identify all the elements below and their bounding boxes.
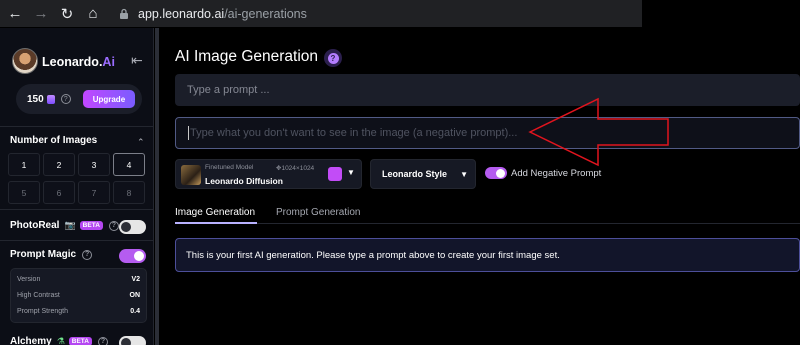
alchemy-label: Alchemy: [10, 336, 52, 345]
num-images-option-7[interactable]: 7: [78, 181, 110, 204]
add-negative-prompt-label[interactable]: Add Negative Prompt: [511, 168, 601, 179]
prompt-input[interactable]: Type a prompt ...: [175, 74, 800, 106]
prompt-magic-settings[interactable]: Version V2 High Contrast ON Prompt Strengt…: [10, 268, 147, 323]
negative-prompt-input[interactable]: Type what you don't want to see in the i…: [175, 117, 800, 149]
url-path: /ai-generations: [224, 6, 307, 21]
model-edit-icon[interactable]: [328, 167, 342, 181]
browser-chrome-right: [642, 0, 800, 27]
home-icon[interactable]: ⌂: [82, 3, 104, 25]
help-icon[interactable]: ?: [108, 220, 119, 231]
beta-badge: BETA: [79, 221, 103, 230]
upgrade-button[interactable]: Upgrade: [82, 90, 136, 108]
model-name: Leonardo Diffusion: [205, 176, 283, 186]
active-tab-indicator: [175, 222, 257, 224]
prompt-magic-toggle[interactable]: [119, 249, 146, 263]
browser-toolbar: ← → ↻ ⌂ app.leonardo.ai/ai-generations: [0, 0, 642, 27]
model-selector[interactable]: Finetuned Model ✥1024×1024 Leonardo Diff…: [175, 159, 362, 189]
help-icon[interactable]: ?: [324, 49, 342, 67]
num-images-grid: 1 2 3 4 5 6 7 8: [8, 153, 148, 204]
num-images-option-2[interactable]: 2: [43, 153, 75, 176]
token-coin-icon: [46, 94, 55, 104]
alchemy-row: Alchemy ⚗ BETA ?: [10, 336, 108, 345]
forward-arrow-icon[interactable]: →: [30, 3, 52, 25]
address-bar[interactable]: app.leonardo.ai/ai-generations: [118, 7, 307, 21]
token-box: 150 ? Upgrade: [16, 84, 142, 114]
help-icon[interactable]: ?: [97, 336, 108, 345]
prompt-magic-row: Prompt Magic ?: [10, 249, 93, 260]
token-count: 150: [27, 93, 44, 105]
num-images-title: Number of Images: [10, 135, 98, 146]
magic-setting-contrast: High Contrast ON: [17, 292, 140, 299]
model-dimensions: ✥1024×1024: [276, 165, 315, 172]
chevron-down-icon[interactable]: ▼: [347, 168, 355, 177]
url-domain: app.leonardo.ai: [138, 6, 225, 21]
style-dropdown[interactable]: Leonardo Style ▼: [370, 159, 476, 189]
model-thumbnail: [181, 165, 201, 185]
num-images-option-5[interactable]: 5: [8, 181, 40, 204]
sidebar-divider: [0, 126, 154, 127]
tab-prompt-generation[interactable]: Prompt Generation: [276, 207, 361, 218]
sidebar-divider: [0, 209, 154, 210]
photoreal-label: PhotoReal: [10, 220, 60, 231]
page-title: AI Image Generation: [175, 48, 319, 65]
help-icon[interactable]: ?: [82, 249, 93, 260]
prompt-magic-label: Prompt Magic: [10, 249, 77, 260]
lock-icon: [120, 8, 128, 19]
negative-prompt-toggle[interactable]: [485, 167, 507, 179]
chevron-up-icon[interactable]: ⌃: [137, 137, 145, 148]
camera-icon: 📷: [64, 220, 76, 230]
leonardo-logo-icon[interactable]: [12, 48, 38, 74]
num-images-option-4[interactable]: 4: [113, 153, 145, 176]
sidebar-divider: [0, 240, 154, 241]
chevron-down-icon: ▼: [460, 170, 468, 179]
style-value: Leonardo Style: [382, 169, 448, 179]
beta-badge: BETA: [68, 337, 92, 345]
first-generation-message: This is your first AI generation. Please…: [175, 238, 800, 272]
text-cursor: [188, 126, 189, 140]
reload-icon[interactable]: ↻: [56, 3, 78, 25]
sidebar-scrollbar[interactable]: [155, 28, 159, 345]
photoreal-row: PhotoReal 📷 BETA ?: [10, 220, 119, 231]
back-arrow-icon[interactable]: ←: [4, 3, 26, 25]
tab-image-generation[interactable]: Image Generation: [175, 207, 255, 218]
collapse-sidebar-icon[interactable]: ⇤: [131, 52, 143, 69]
flask-icon: ⚗: [56, 336, 65, 345]
negative-prompt-placeholder: Type what you don't want to see in the i…: [190, 127, 518, 139]
num-images-option-3[interactable]: 3: [78, 153, 110, 176]
magic-setting-strength: Prompt Strength 0.4: [17, 308, 140, 315]
num-images-option-1[interactable]: 1: [8, 153, 40, 176]
help-icon[interactable]: ?: [60, 94, 71, 104]
photoreal-toggle[interactable]: [119, 220, 146, 234]
num-images-option-8[interactable]: 8: [113, 181, 145, 204]
tabs-divider: [175, 223, 800, 224]
magic-setting-version: Version V2: [17, 276, 140, 283]
annotation-arrow: [528, 97, 669, 167]
alchemy-toggle[interactable]: [119, 336, 146, 345]
num-images-option-6[interactable]: 6: [43, 181, 75, 204]
brand-name[interactable]: Leonardo.Ai: [42, 55, 115, 69]
model-sub-label: Finetuned Model: [205, 164, 254, 171]
